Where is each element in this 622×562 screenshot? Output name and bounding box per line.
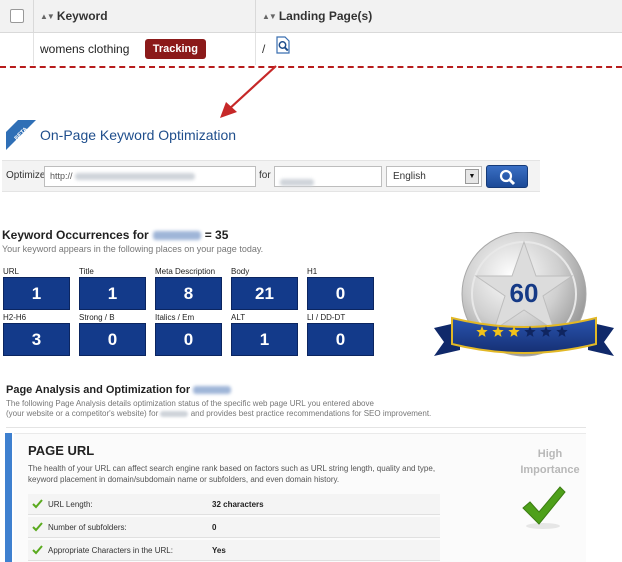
- list-item: URL Length: 32 characters: [28, 494, 440, 515]
- occurrences-title-prefix: Keyword Occurrences for: [2, 228, 149, 242]
- stat-label: Strong / B: [79, 313, 115, 322]
- check-icon: [32, 499, 43, 509]
- optimize-bar: Optimize http:// for English ▼: [2, 160, 540, 192]
- landing-pages-column-header[interactable]: ▲▼ Landing Page(s): [256, 0, 622, 33]
- keyword-header-label: Keyword: [56, 9, 108, 23]
- stat-value: 0: [79, 323, 146, 356]
- section-description: The health of your URL can affect search…: [28, 464, 436, 484]
- row-label: URL Length:: [48, 500, 93, 509]
- keyword-redacted: [152, 231, 201, 241]
- analysis-desc-line2: (your website or a competitor's website)…: [6, 409, 446, 419]
- divider: [6, 427, 586, 428]
- url-redacted: [74, 173, 195, 181]
- analysis-desc-part-b: and provides best practice recommendatio…: [190, 409, 432, 418]
- stat-label: ALT: [231, 313, 246, 322]
- search-button[interactable]: [486, 165, 528, 188]
- landing-pages-header-label: Landing Page(s): [278, 9, 373, 23]
- landing-page-path[interactable]: /: [262, 42, 265, 56]
- score-badge-icon: 60: [434, 232, 614, 357]
- stat-value: 3: [3, 323, 70, 356]
- search-icon: [499, 169, 516, 186]
- dashed-separator: [0, 66, 622, 68]
- stat-value: 21: [231, 277, 298, 310]
- keyword-redacted: [160, 410, 189, 417]
- check-icon: [32, 522, 43, 532]
- select-all-checkbox[interactable]: [10, 9, 24, 23]
- sort-icon: ▲▼: [40, 12, 55, 21]
- stat-label: Body: [231, 267, 250, 276]
- occurrences-total: = 35: [204, 228, 229, 242]
- occurrences-title: Keyword Occurrences for = 35: [2, 228, 228, 242]
- for-label: for: [259, 170, 271, 181]
- keyword-table: ▲▼ Keyword ▲▼ Landing Page(s) womens cloth…: [0, 0, 622, 66]
- analysis-title-text: Page Analysis and Optimization for: [6, 384, 191, 396]
- stat-label: H2-H6: [3, 313, 27, 322]
- url-input[interactable]: http://: [44, 166, 256, 187]
- landing-page-cell: /: [256, 33, 622, 65]
- language-value: English: [393, 171, 426, 182]
- stat-label: URL: [3, 267, 20, 276]
- occurrences-subtitle: Your keyword appears in the following pl…: [2, 244, 264, 254]
- list-item: Appropriate Characters in the URL: Yes: [28, 540, 440, 561]
- analysis-desc-part-a: (your website or a competitor's website)…: [6, 409, 159, 418]
- row-label: Appropriate Characters in the URL:: [48, 546, 173, 555]
- importance-line2: Importance: [520, 464, 580, 476]
- table-row: womens clothing Tracking /: [0, 33, 622, 65]
- check-icon: [32, 545, 43, 555]
- red-arrow-icon: [220, 65, 277, 118]
- stat-value: 8: [155, 277, 222, 310]
- stat-value: 1: [3, 277, 70, 310]
- dropdown-arrow-icon: ▼: [465, 169, 479, 184]
- row-select-cell: [0, 33, 34, 65]
- section-title: PAGE URL: [28, 443, 95, 458]
- page-title: On-Page Keyword Optimization: [40, 127, 237, 143]
- keyword-redacted: [193, 386, 232, 395]
- optimize-label: Optimize: [6, 170, 46, 181]
- stat-strong: Strong / B 0: [79, 312, 146, 356]
- stat-url: URL 1: [3, 266, 70, 310]
- importance-line1: High: [537, 448, 563, 460]
- keyword-text: womens clothing: [40, 42, 130, 56]
- stat-body: Body 21: [231, 266, 298, 310]
- beta-badge-icon: BETA: [6, 120, 36, 150]
- stat-value: 1: [79, 277, 146, 310]
- score-value: 60: [510, 278, 539, 308]
- stat-value: 0: [307, 277, 374, 310]
- stat-alt: ALT 1: [231, 312, 298, 356]
- language-select[interactable]: English ▼: [386, 166, 482, 187]
- section-accent-bar: [5, 433, 12, 562]
- row-label: Number of subfolders:: [48, 523, 127, 532]
- keyword-input[interactable]: [274, 166, 382, 187]
- stat-italics: Italics / Em 0: [155, 312, 222, 356]
- analysis-desc-line1: The following Page Analysis details opti…: [6, 399, 374, 408]
- checkmark-icon: [522, 486, 566, 529]
- table-header: ▲▼ Keyword ▲▼ Landing Page(s): [0, 0, 622, 33]
- sort-icon: ▲▼: [262, 12, 277, 21]
- keyword-column-header[interactable]: ▲▼ Keyword: [34, 0, 256, 33]
- stat-h2-h6: H2-H6 3: [3, 312, 70, 356]
- stat-label: Meta Description: [155, 267, 216, 276]
- tracking-button[interactable]: Tracking: [144, 39, 206, 59]
- analysis-title: Page Analysis and Optimization for: [6, 384, 232, 396]
- keyword-redacted: [280, 179, 314, 186]
- list-item: Number of subfolders: 0: [28, 517, 440, 538]
- stat-label: Title: [79, 267, 94, 276]
- stat-label: H1: [307, 267, 318, 276]
- stat-title: Title 1: [79, 266, 146, 310]
- stat-value: 0: [307, 323, 374, 356]
- stat-value: 1: [231, 323, 298, 356]
- stat-label: Italics / Em: [155, 313, 195, 322]
- row-value: Yes: [212, 546, 226, 555]
- row-value: 0: [212, 523, 217, 532]
- url-input-value: http://: [50, 171, 73, 181]
- importance-label: High Importance: [490, 446, 610, 478]
- header-select-cell: [0, 0, 34, 33]
- stat-label: LI / DD-DT: [307, 313, 346, 322]
- stat-li-dd-dt: LI / DD-DT 0: [307, 312, 374, 356]
- stat-value: 0: [155, 323, 222, 356]
- stat-h1: H1 0: [307, 266, 374, 310]
- analysis-description: The following Page Analysis details opti…: [6, 399, 446, 419]
- stat-meta-description: Meta Description 8: [155, 266, 222, 310]
- row-value: 32 characters: [212, 500, 264, 509]
